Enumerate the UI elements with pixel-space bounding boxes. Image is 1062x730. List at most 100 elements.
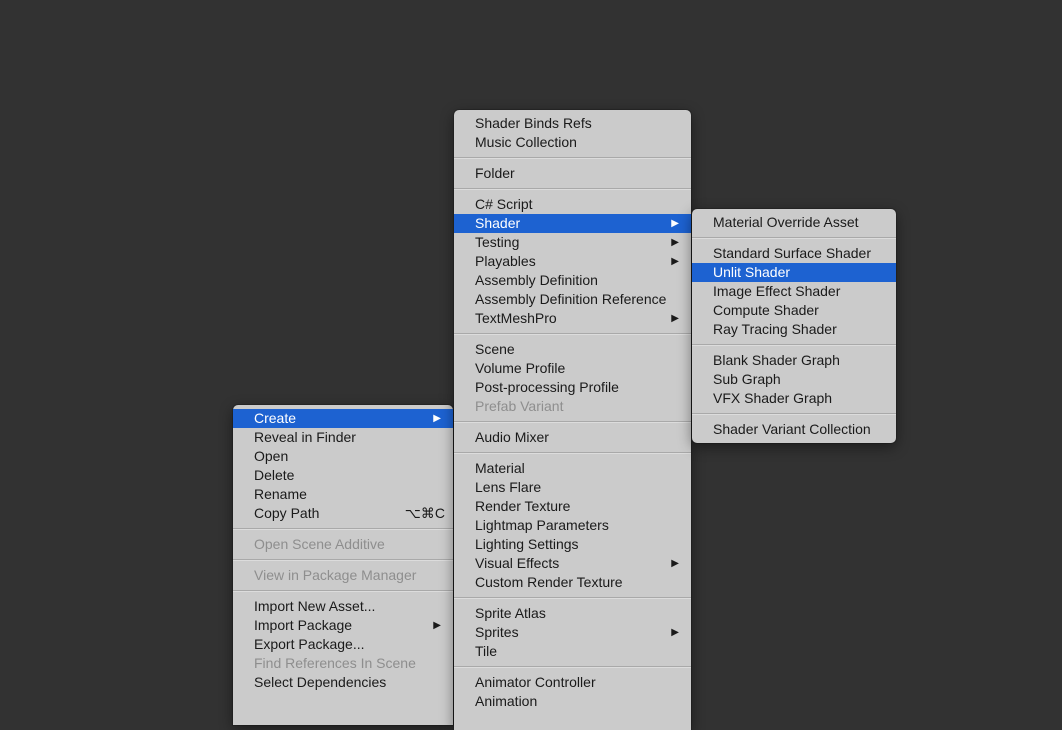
menu-separator — [454, 188, 691, 190]
menu-item-label: Sprite Atlas — [475, 605, 546, 621]
menu-item-c-script[interactable]: C# Script — [454, 195, 691, 214]
menu-item-export-package[interactable]: Export Package... — [233, 635, 453, 654]
menu-item-scene[interactable]: Scene — [454, 340, 691, 359]
menu-item-material-override-asset[interactable]: Material Override Asset — [692, 213, 896, 232]
shortcut-label: ⌥⌘C — [404, 505, 445, 521]
menu-item-label: Lightmap Parameters — [475, 517, 609, 533]
menu-item-custom-render-texture[interactable]: Custom Render Texture — [454, 573, 691, 592]
menu-item-music-collection[interactable]: Music Collection — [454, 133, 691, 152]
submenu-arrow-icon: ▶ — [671, 256, 679, 267]
menu-item-image-effect-shader[interactable]: Image Effect Shader — [692, 282, 896, 301]
menu-item-label: Animation — [475, 693, 538, 709]
menu-item-sprites[interactable]: Sprites ▶ — [454, 623, 691, 642]
menu-item-playables[interactable]: Playables ▶ — [454, 252, 691, 271]
menu-item-find-references-in-scene: Find References In Scene — [233, 654, 453, 673]
menu-item-post-processing-profile[interactable]: Post-processing Profile — [454, 378, 691, 397]
submenu-arrow-icon: ▶ — [671, 558, 679, 569]
menu-item-label: Prefab Variant — [475, 398, 564, 414]
menu-item-lens-flare[interactable]: Lens Flare — [454, 478, 691, 497]
menu-item-label: Rename — [254, 486, 307, 502]
menu-item-label: Animator Controller — [475, 674, 596, 690]
menu-item-label: View in Package Manager — [254, 567, 417, 583]
menu-item-blank-shader-graph[interactable]: Blank Shader Graph — [692, 351, 896, 370]
menu-item-textmeshpro[interactable]: TextMeshPro ▶ — [454, 309, 691, 328]
menu-item-shader-variant-collection[interactable]: Shader Variant Collection — [692, 420, 896, 439]
menu-item-label: Sprites — [475, 624, 519, 640]
menu-item-label: Import New Asset... — [254, 598, 376, 614]
menu-item-label: Playables — [475, 253, 536, 269]
menu-item-label: VFX Shader Graph — [713, 390, 833, 406]
menu-item-shader-binds-refs[interactable]: Shader Binds Refs — [454, 114, 691, 133]
submenu-arrow-icon: ▶ — [671, 627, 679, 638]
submenu-arrow-icon: ▶ — [433, 413, 441, 424]
menu-item-label: C# Script — [475, 196, 533, 212]
menu-item-delete[interactable]: Delete — [233, 466, 453, 485]
menu-separator — [692, 344, 896, 346]
menu-item-label: Shader Binds Refs — [475, 115, 592, 131]
menu-item-label: Shader — [475, 215, 521, 231]
menu-item-label: Open Scene Additive — [254, 536, 385, 552]
menu-item-shader[interactable]: Shader ▶ — [454, 214, 691, 233]
menu-item-animation[interactable]: Animation — [454, 692, 691, 711]
menu-item-label: Export Package... — [254, 636, 365, 652]
menu-item-label: Audio Mixer — [475, 429, 549, 445]
submenu-arrow-icon: ▶ — [671, 313, 679, 324]
menu-item-label: Volume Profile — [475, 360, 566, 376]
menu-item-assembly-definition[interactable]: Assembly Definition — [454, 271, 691, 290]
menu-item-label: Sub Graph — [713, 371, 781, 387]
menu-item-testing[interactable]: Testing ▶ — [454, 233, 691, 252]
menu-item-animator-controller[interactable]: Animator Controller — [454, 673, 691, 692]
menu-item-label: Image Effect Shader — [713, 283, 841, 299]
menu-item-label: Import Package — [254, 617, 353, 633]
menu-item-label: Assembly Definition — [475, 272, 598, 288]
menu-item-label: Music Collection — [475, 134, 577, 150]
menu-item-render-texture[interactable]: Render Texture — [454, 497, 691, 516]
menu-item-create[interactable]: Create ▶ — [233, 409, 453, 428]
menu-item-label: Find References In Scene — [254, 655, 416, 671]
menu-separator — [692, 237, 896, 239]
menu-item-label: Material Override Asset — [713, 214, 859, 230]
menu-item-import-new-asset[interactable]: Import New Asset... — [233, 597, 453, 616]
menu-item-label: Assembly Definition Reference — [475, 291, 667, 307]
menu-item-copy-path[interactable]: Copy Path ⌥⌘C — [233, 504, 453, 523]
submenu-arrow-icon: ▶ — [671, 218, 679, 229]
menu-item-import-package[interactable]: Import Package ▶ — [233, 616, 453, 635]
shader-submenu: Material Override Asset Standard Surface … — [692, 209, 896, 443]
menu-separator — [233, 528, 453, 530]
menu-item-label: Visual Effects — [475, 555, 560, 571]
menu-item-label: Reveal in Finder — [254, 429, 356, 445]
menu-separator — [454, 597, 691, 599]
menu-item-label: Custom Render Texture — [475, 574, 623, 590]
menu-item-label: Standard Surface Shader — [713, 245, 871, 261]
menu-item-standard-surface-shader[interactable]: Standard Surface Shader — [692, 244, 896, 263]
menu-item-ray-tracing-shader[interactable]: Ray Tracing Shader — [692, 320, 896, 339]
menu-item-vfx-shader-graph[interactable]: VFX Shader Graph — [692, 389, 896, 408]
menu-item-label: Folder — [475, 165, 515, 181]
menu-item-label: Testing — [475, 234, 520, 250]
create-submenu: Shader Binds Refs Music Collection Folder C… — [454, 110, 691, 730]
menu-item-compute-shader[interactable]: Compute Shader — [692, 301, 896, 320]
menu-item-open[interactable]: Open — [233, 447, 453, 466]
menu-item-label: Select Dependencies — [254, 674, 387, 690]
menu-item-folder[interactable]: Folder — [454, 164, 691, 183]
menu-item-prefab-variant: Prefab Variant — [454, 397, 691, 416]
menu-item-tile[interactable]: Tile — [454, 642, 691, 661]
menu-item-audio-mixer[interactable]: Audio Mixer — [454, 428, 691, 447]
menu-item-lighting-settings[interactable]: Lighting Settings — [454, 535, 691, 554]
menu-item-assembly-definition-reference[interactable]: Assembly Definition Reference — [454, 290, 691, 309]
menu-item-unlit-shader[interactable]: Unlit Shader — [692, 263, 896, 282]
context-menu: Create ▶ Reveal in Finder Open Delete Rename C… — [233, 405, 453, 725]
menu-item-label: Lens Flare — [475, 479, 542, 495]
menu-item-material[interactable]: Material — [454, 459, 691, 478]
menu-item-volume-profile[interactable]: Volume Profile — [454, 359, 691, 378]
menu-item-sub-graph[interactable]: Sub Graph — [692, 370, 896, 389]
menu-item-select-dependencies[interactable]: Select Dependencies — [233, 673, 453, 692]
submenu-arrow-icon: ▶ — [671, 237, 679, 248]
menu-item-lightmap-parameters[interactable]: Lightmap Parameters — [454, 516, 691, 535]
menu-item-rename[interactable]: Rename — [233, 485, 453, 504]
menu-item-visual-effects[interactable]: Visual Effects ▶ — [454, 554, 691, 573]
menu-item-label: Shader Variant Collection — [713, 421, 871, 437]
menu-item-reveal-in-finder[interactable]: Reveal in Finder — [233, 428, 453, 447]
menu-item-sprite-atlas[interactable]: Sprite Atlas — [454, 604, 691, 623]
menu-item-label: Lighting Settings — [475, 536, 579, 552]
